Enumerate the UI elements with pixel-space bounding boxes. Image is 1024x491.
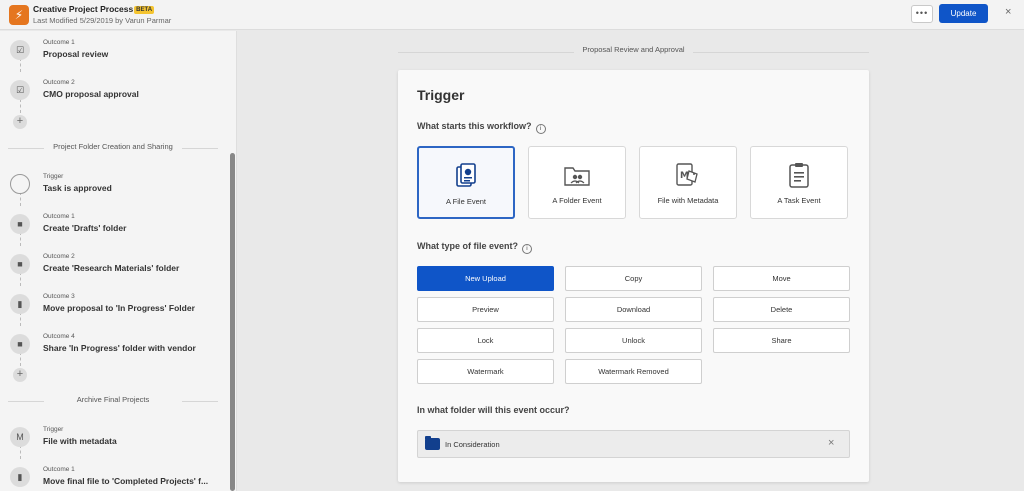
file-icon: ▮ [10, 467, 30, 487]
start-question: What starts this workflow? i [417, 121, 546, 134]
folder-icon: ■ [10, 254, 30, 274]
event-move-button[interactable]: Move [713, 266, 850, 291]
step-kind: Trigger [43, 426, 64, 433]
lightning-icon: ⚡ [9, 5, 29, 25]
step-kind: Outcome 1 [43, 213, 75, 220]
stage-label-text: Proposal Review and Approval [574, 45, 693, 54]
stage-label: Proposal Review and Approval [398, 45, 869, 54]
step-kind: Outcome 3 [43, 293, 75, 300]
option-label: A Folder Event [552, 196, 602, 205]
option-folder-event[interactable]: A Folder Event [528, 146, 626, 219]
trigger-panel: Trigger What starts this workflow? i A Fi… [398, 70, 869, 482]
add-step-button[interactable]: + [13, 115, 27, 129]
step-title: Move proposal to 'In Progress' Folder [43, 303, 195, 313]
step-outcome[interactable]: ☑ Outcome 1 Proposal review [0, 33, 228, 69]
circle-icon [10, 174, 30, 194]
step-title: Task is approved [43, 183, 112, 193]
event-download-button[interactable]: Download [565, 297, 702, 322]
folder-icon: ■ [10, 334, 30, 354]
step-outcome[interactable]: ▮ Outcome 3 Move proposal to 'In Progres… [0, 287, 228, 323]
sidebar-scrollbar[interactable] [230, 153, 235, 491]
workflow-title: Creative Project Process [33, 4, 134, 14]
checkbox-icon: ☑ [10, 40, 30, 60]
event-watermark-button[interactable]: Watermark [417, 359, 554, 384]
event-unlock-button[interactable]: Unlock [565, 328, 702, 353]
more-options-button[interactable]: ••• [911, 5, 933, 23]
update-button[interactable]: Update [939, 4, 988, 23]
section-heading: Project Folder Creation and Sharing [8, 142, 218, 154]
metadata-icon: M [10, 427, 30, 447]
event-delete-button[interactable]: Delete [713, 297, 850, 322]
checkbox-icon: ☑ [10, 80, 30, 100]
folder-question: In what folder will this event occur? [417, 405, 570, 415]
event-new-upload-button[interactable]: New Upload [417, 266, 554, 291]
step-outcome[interactable]: ■ Outcome 1 Create 'Drafts' folder [0, 207, 228, 243]
file-icon: ▮ [10, 294, 30, 314]
step-trigger[interactable]: Trigger Task is approved [0, 167, 228, 203]
event-type-question: What type of file event? i [417, 241, 533, 254]
step-outcome[interactable]: ▮ Outcome 1 Move final file to 'Complete… [0, 460, 228, 491]
step-trigger[interactable]: M Trigger File with metadata [0, 420, 228, 456]
workflow-sidebar: ☑ Outcome 1 Proposal review ☑ Outcome 2 … [0, 31, 237, 491]
beta-badge: BETA [134, 6, 155, 14]
app-title: Creative Project Process BETA [33, 4, 155, 14]
folder-picker[interactable]: In Consideration × [417, 430, 850, 458]
step-title: CMO proposal approval [43, 89, 139, 99]
step-outcome[interactable]: ■ Outcome 4 Share 'In Progress' folder w… [0, 327, 228, 363]
start-question-text: What starts this workflow? [417, 121, 532, 131]
folder-value: In Consideration [445, 440, 500, 449]
step-title: Create 'Drafts' folder [43, 223, 127, 233]
event-type-question-text: What type of file event? [417, 241, 519, 251]
step-kind: Outcome 1 [43, 466, 75, 473]
option-file-event[interactable]: A File Event [417, 146, 515, 219]
info-icon[interactable]: i [535, 124, 546, 134]
event-lock-button[interactable]: Lock [417, 328, 554, 353]
step-title: File with metadata [43, 436, 117, 446]
option-label: A File Event [445, 197, 487, 206]
add-step-button[interactable]: + [13, 368, 27, 382]
step-title: Create 'Research Materials' folder [43, 263, 180, 273]
step-outcome[interactable]: ☑ Outcome 2 CMO proposal approval [0, 73, 228, 109]
metadata-file-icon: M [640, 161, 736, 189]
step-title: Move final file to 'Completed Projects' … [43, 476, 209, 486]
event-watermark-removed-button[interactable]: Watermark Removed [565, 359, 702, 384]
folder-event-icon [529, 161, 625, 189]
event-copy-button[interactable]: Copy [565, 266, 702, 291]
step-kind: Outcome 2 [43, 253, 75, 260]
option-label: A Task Event [777, 196, 821, 205]
step-kind: Trigger [43, 173, 64, 180]
clipboard-icon [751, 161, 847, 189]
event-preview-button[interactable]: Preview [417, 297, 554, 322]
panel-title: Trigger [417, 87, 465, 103]
step-title: Proposal review [43, 49, 109, 59]
step-kind: Outcome 1 [43, 39, 75, 46]
option-label: File with Metadata [657, 196, 719, 205]
info-icon[interactable]: i [522, 244, 533, 254]
option-file-with-metadata[interactable]: M File with Metadata [639, 146, 737, 219]
step-title: Share 'In Progress' folder with vendor [43, 343, 196, 353]
option-task-event[interactable]: A Task Event [750, 146, 848, 219]
file-event-icon [419, 162, 513, 190]
event-share-button[interactable]: Share [713, 328, 850, 353]
clear-folder-icon[interactable]: × [828, 437, 834, 449]
step-kind: Outcome 2 [43, 79, 75, 86]
close-icon[interactable]: × [1005, 6, 1011, 18]
folder-icon: ■ [10, 214, 30, 234]
top-bar: ⚡ Creative Project Process BETA Last Modi… [0, 0, 1024, 30]
step-kind: Outcome 4 [43, 333, 75, 340]
last-modified: Last Modified 5/29/2019 by Varun Parmar [33, 16, 172, 25]
step-outcome[interactable]: ■ Outcome 2 Create 'Research Materials' … [0, 247, 228, 283]
folder-icon [425, 436, 440, 450]
section-heading: Archive Final Projects [8, 395, 218, 407]
